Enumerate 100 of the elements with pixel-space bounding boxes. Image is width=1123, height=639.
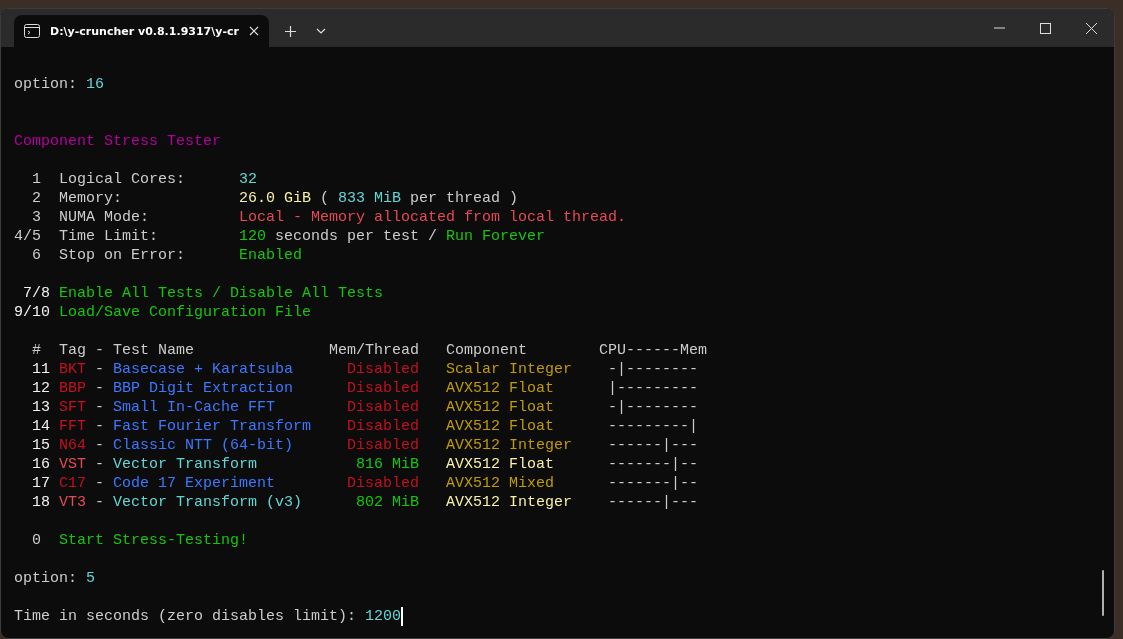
test-number: 16: [31, 455, 50, 474]
option-number: 1: [31, 170, 41, 189]
setting-label: Memory:: [59, 189, 123, 208]
scrollbar-thumb[interactable]: [1102, 570, 1104, 616]
cpu-memory-profile: ------|---: [608, 436, 699, 455]
test-tag: BBP: [59, 379, 86, 398]
component-name: AVX512 Integer: [446, 436, 574, 455]
component-name: AVX512 Float: [446, 379, 556, 398]
column-header: #: [31, 341, 41, 360]
setting-label: Logical Cores:: [59, 170, 187, 189]
tab-title: D:\y-cruncher v0.8.1.9317\y-cr: [50, 24, 239, 38]
test-number: 17: [31, 474, 50, 493]
input-value: 1200: [365, 607, 402, 626]
menu-option: Enable All Tests / Disable All Tests: [59, 284, 384, 303]
test-name: Basecase + Karatsuba: [113, 360, 294, 379]
component-name: AVX512 Float: [446, 455, 556, 474]
separator-text: -: [95, 398, 105, 417]
memory-value: Disabled: [346, 436, 420, 455]
prompt-value: 16: [86, 75, 105, 94]
setting-value: Run Forever: [446, 227, 546, 246]
component-name: Scalar Integer: [446, 360, 574, 379]
test-number: 12: [31, 379, 50, 398]
test-name: Vector Transform: [113, 455, 258, 474]
cpu-memory-profile: -------|--: [608, 455, 699, 474]
separator-text: -: [95, 360, 105, 379]
prompt-value: 5: [86, 569, 96, 588]
test-name: BBP Digit Extraction: [113, 379, 294, 398]
column-header: CPU------Mem: [599, 341, 708, 360]
memory-value: Disabled: [346, 398, 420, 417]
close-icon[interactable]: [248, 26, 259, 36]
test-name: Code 17 Experiment: [113, 474, 276, 493]
test-name: Vector Transform (v3): [113, 493, 303, 512]
prompt-label: Time in seconds (zero disables limit):: [14, 607, 357, 626]
setting-value: Enabled: [239, 246, 303, 265]
test-tag: C17: [59, 474, 86, 493]
option-number: 0: [31, 531, 41, 550]
section-heading: Component Stress Tester: [14, 133, 222, 150]
setting-value: Local - Memory allocated from local thread.: [239, 208, 627, 227]
prompt-label: option:: [14, 569, 77, 588]
setting-value: 26.0 GiB: [239, 189, 312, 208]
test-number: 15: [31, 436, 50, 455]
menu-option: Start Stress-Testing!: [59, 531, 249, 550]
setting-value: per thread ): [410, 189, 519, 208]
test-tag: N64: [59, 436, 86, 455]
chevron-down-icon[interactable]: [315, 28, 326, 34]
test-tag: FFT: [59, 417, 86, 436]
separator-text: -: [95, 455, 105, 474]
terminal-icon: [24, 24, 40, 38]
test-number: 11: [31, 360, 50, 379]
test-tag: VST: [59, 455, 86, 474]
option-number: 4/5: [14, 227, 41, 246]
prompt-label: option:: [14, 75, 77, 94]
component-name: AVX512 Mixed: [446, 474, 556, 493]
setting-label: Stop on Error:: [59, 246, 187, 265]
memory-value: Disabled: [346, 360, 420, 379]
column-header: Mem/Thread: [328, 341, 420, 360]
option-number: 6: [31, 246, 41, 265]
cpu-memory-profile: ---------|: [608, 417, 699, 436]
new-tab-icon[interactable]: [284, 26, 296, 37]
menu-option: Load/Save Configuration File: [59, 303, 312, 322]
test-tag: BKT: [59, 360, 86, 379]
option-number: 7/8: [22, 284, 50, 303]
setting-label: NUMA Mode:: [59, 208, 150, 227]
cpu-memory-profile: -|--------: [608, 360, 699, 379]
test-number: 14: [31, 417, 50, 436]
test-name: Classic NTT (64-bit): [113, 436, 294, 455]
option-number: 2: [31, 189, 41, 208]
separator-text: -: [95, 379, 105, 398]
setting-value: 32: [239, 170, 258, 189]
component-name: AVX512 Float: [446, 398, 556, 417]
test-name: Small In-Cache FFT: [113, 398, 276, 417]
memory-value: Disabled: [346, 379, 420, 398]
separator-text: -: [95, 493, 105, 512]
memory-value: Disabled: [346, 474, 420, 493]
terminal-tab[interactable]: D:\y-cruncher v0.8.1.9317\y-cr: [14, 15, 269, 47]
option-number: 3: [31, 208, 41, 227]
memory-value: 816 MiB: [355, 455, 420, 474]
option-number: 9/10: [14, 303, 50, 322]
cpu-memory-profile: -|--------: [608, 398, 699, 417]
separator-text: -: [95, 436, 105, 455]
setting-value: 120: [239, 227, 267, 246]
component-name: AVX512 Integer: [446, 493, 574, 512]
test-tag: VT3: [59, 493, 86, 512]
column-header: Tag - Test Name: [59, 341, 196, 360]
test-number: 13: [31, 398, 50, 417]
separator-text: -: [95, 417, 105, 436]
separator-text: -: [95, 474, 105, 493]
test-number: 18: [31, 493, 50, 512]
component-name: AVX512 Float: [446, 417, 556, 436]
text-cursor: [401, 607, 404, 626]
setting-value: 833 MiB: [338, 189, 402, 208]
setting-label: Time Limit:: [59, 227, 160, 246]
test-tag: SFT: [59, 398, 86, 417]
setting-value: seconds per test /: [275, 227, 438, 246]
column-header: Component: [446, 341, 529, 360]
cpu-memory-profile: -------|--: [608, 474, 699, 493]
setting-value: (: [320, 189, 330, 208]
cpu-memory-profile: |---------: [608, 379, 699, 398]
test-name: Fast Fourier Transform: [113, 417, 312, 436]
cpu-memory-profile: ------|---: [608, 493, 699, 512]
